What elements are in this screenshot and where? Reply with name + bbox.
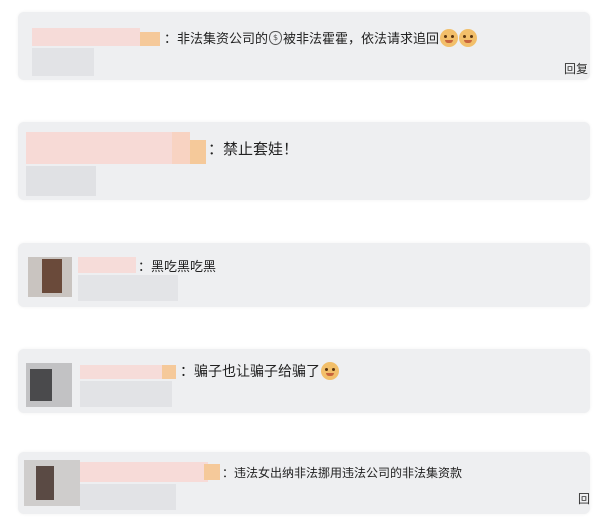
blurred-username <box>26 132 172 164</box>
comment-card: ：禁止套娃！ <box>18 122 590 200</box>
blurred-avatar <box>32 48 94 76</box>
comment-card: ：违法女出纳非法挪用违法公司的非法集资款 回 <box>18 452 590 514</box>
blurred-username <box>80 462 208 482</box>
blurred-username <box>190 140 206 164</box>
money-bag-icon: $ <box>269 30 283 45</box>
blurred-avatar <box>80 484 176 510</box>
dog-face-emoji <box>440 28 459 47</box>
comment-text: ：违法女出纳非法挪用违法公司的非法集资款 <box>222 466 463 480</box>
reply-link[interactable]: 回 <box>578 490 590 507</box>
blurred-username <box>80 365 162 379</box>
comment-feed: ：非法集资公司的 $ 被非法霍霍，依法请求追回 回复 ：禁止套娃！ ：黑吃黑吃黑 <box>0 0 600 520</box>
blurred-username <box>78 257 136 273</box>
avatar <box>36 466 54 500</box>
avatar <box>42 259 62 293</box>
blurred-username <box>162 365 176 379</box>
dog-face-emoji <box>459 28 478 47</box>
blurred-avatar <box>80 381 172 407</box>
comment-text: ：禁止套娃！ <box>208 140 299 158</box>
blurred-username <box>204 464 220 480</box>
blurred-username <box>140 32 160 46</box>
avatar <box>30 369 52 401</box>
blurred-avatar <box>26 166 96 196</box>
comment-text: ：非法集资公司的 $ 被非法霍霍，依法请求追回 <box>164 28 478 47</box>
comment-card: ：非法集资公司的 $ 被非法霍霍，依法请求追回 回复 <box>18 12 590 80</box>
comment-text: ：骗子也让骗子给骗了 <box>180 361 339 381</box>
comment-text: ：黑吃黑吃黑 <box>138 260 217 275</box>
comment-card: ：黑吃黑吃黑 <box>18 243 590 307</box>
comment-card: ：骗子也让骗子给骗了 <box>18 349 590 413</box>
reply-link[interactable]: 回复 <box>564 60 588 77</box>
blurred-username <box>32 28 140 46</box>
blurred-avatar <box>78 275 178 301</box>
blurred-username <box>172 132 190 164</box>
smirk-face-emoji <box>321 362 339 380</box>
